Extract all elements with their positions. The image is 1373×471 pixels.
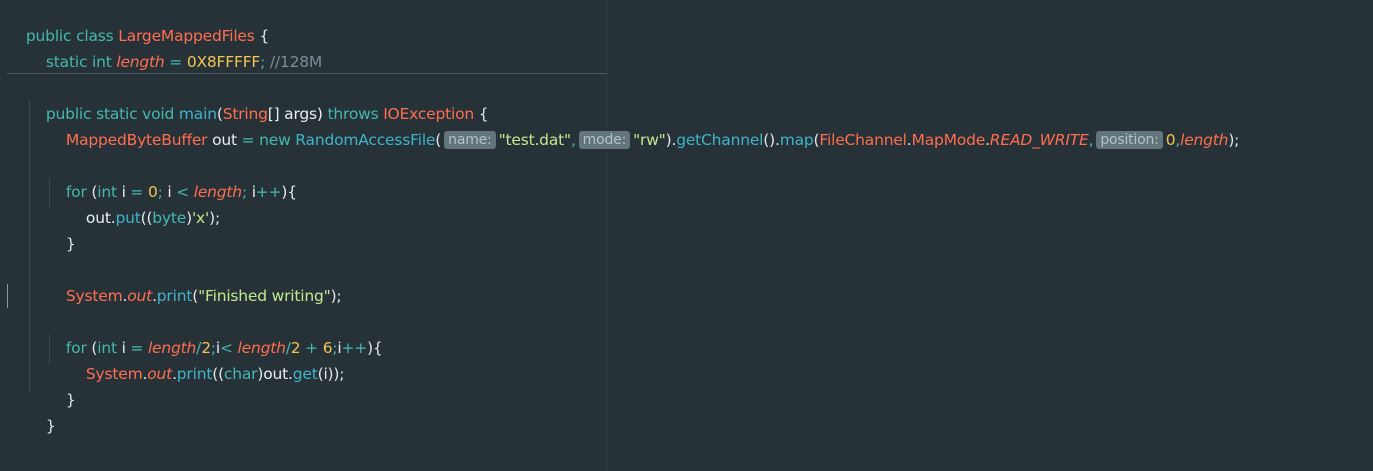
code-line-3[interactable]: public static void main(String[] args) t… — [27, 75, 489, 123]
line-comment: //128M — [269, 53, 323, 71]
keyword: static int — [45, 53, 117, 71]
closing-brace: } — [45, 417, 56, 435]
operator: ++ — [255, 183, 282, 201]
code-editor[interactable]: public class LargeMappedFiles { static i… — [0, 0, 1373, 471]
char-literal: 'x' — [191, 209, 210, 227]
string-literal: "Finished writing" — [198, 287, 331, 305]
code-line-10[interactable]: System.out.print((char)out.get(i)); — [67, 335, 345, 383]
punctuation: (i)); — [317, 365, 345, 383]
method-name: print — [156, 287, 193, 305]
class-name: RandomAccessFile — [295, 131, 436, 149]
field-name: length — [1180, 131, 1229, 149]
closing-brace: } — [65, 235, 76, 253]
punctuation: , — [1088, 131, 1094, 149]
variable: out — [207, 131, 242, 149]
punctuation: , — [570, 131, 576, 149]
punctuation: ); — [209, 209, 220, 227]
string-literal: "test.dat" — [498, 131, 572, 149]
punctuation: ). — [665, 131, 677, 149]
string-literal: "rw" — [633, 131, 666, 149]
method-name: getChannel — [676, 131, 764, 149]
code-line-1[interactable]: public class LargeMappedFiles { — [7, 0, 269, 45]
punctuation: ){ — [367, 339, 383, 357]
field-name: READ_WRITE — [989, 131, 1089, 149]
punctuation: ( — [435, 131, 442, 149]
class-name: System — [65, 287, 123, 305]
keyword: byte — [152, 209, 187, 227]
class-name: FileChannel — [819, 131, 907, 149]
parameter-hint: position: — [1096, 131, 1163, 149]
code-line-5[interactable]: for (int i = 0; i < length; i++){ — [47, 153, 297, 201]
punctuation: (). — [763, 131, 780, 149]
field-name: length — [116, 53, 165, 71]
operator: = — [164, 53, 187, 71]
field-name: out — [127, 287, 153, 305]
code-line-8[interactable]: System.out.print("Finished writing"); — [47, 257, 342, 305]
variable: out — [85, 209, 111, 227]
parameter-hint: mode: — [578, 131, 631, 149]
punctuation: ); — [330, 287, 342, 305]
code-line-13[interactable]: } — [7, 439, 36, 471]
semicolon: ; — [241, 183, 252, 201]
code-line-9[interactable]: for (int i = length/2;i< length/2 + 6;i+… — [47, 309, 383, 357]
number-literal: 0 — [1165, 131, 1176, 149]
parameter-hint: name: — [444, 131, 496, 149]
method-name: get — [292, 365, 318, 383]
keyword: new — [259, 131, 296, 149]
method-name: put — [115, 209, 141, 227]
number-literal: 0X8FFFFF — [186, 53, 261, 71]
code-line-2[interactable]: static int length = 0X8FFFFF; //128M — [27, 23, 322, 71]
field-name: out — [147, 365, 173, 383]
punctuation: (( — [212, 365, 224, 383]
class-name: MappedByteBuffer — [65, 131, 208, 149]
semicolon: ; — [260, 53, 270, 71]
text-caret — [7, 284, 8, 308]
punctuation: (( — [140, 209, 153, 227]
variable: out — [263, 365, 288, 383]
right-margin-guide — [606, 0, 607, 471]
code-line-6[interactable]: out.put((byte)'x'); — [67, 179, 220, 227]
code-line-12[interactable]: } — [27, 387, 56, 435]
method-name: print — [176, 365, 213, 383]
punctuation: ){ — [281, 183, 297, 201]
class-name: System — [85, 365, 143, 383]
code-line-7[interactable]: } — [47, 205, 76, 253]
closing-brace: } — [65, 391, 76, 409]
code-line-11[interactable]: } — [47, 361, 76, 409]
operator: = — [241, 131, 260, 149]
class-name: MapMode — [911, 131, 986, 149]
keyword: char — [223, 365, 258, 383]
method-name: map — [779, 131, 814, 149]
operator: ++ — [341, 339, 368, 357]
punctuation: ); — [1228, 131, 1240, 149]
code-line-4[interactable]: MappedByteBuffer out = new RandomAccessF… — [47, 101, 1239, 149]
